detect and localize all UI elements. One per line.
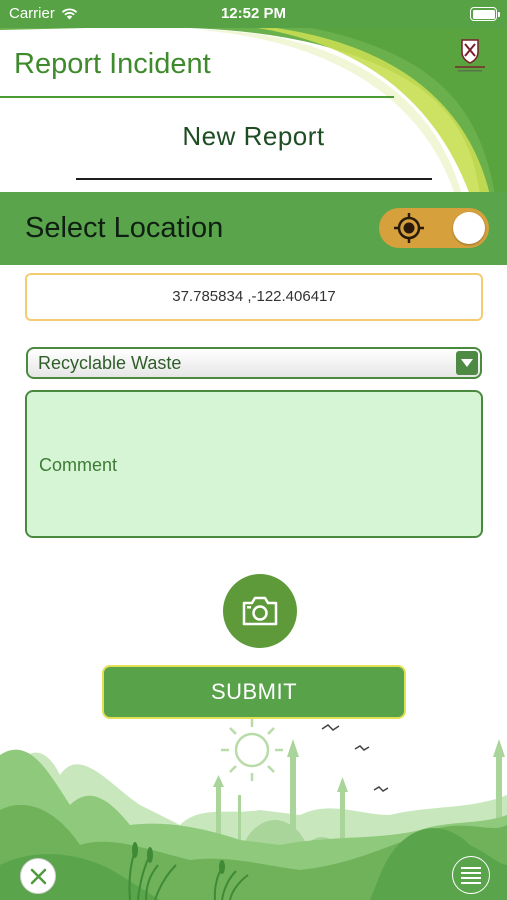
- comment-input[interactable]: Comment: [25, 390, 483, 538]
- page-title: Report Incident: [14, 48, 211, 80]
- comment-placeholder: Comment: [39, 455, 118, 475]
- menu-icon: [461, 867, 481, 884]
- toggle-knob: [453, 212, 485, 244]
- title-divider: [0, 96, 394, 98]
- status-time: 12:52 PM: [220, 5, 287, 22]
- form-heading: New Report: [182, 121, 325, 151]
- location-label: Select Location: [25, 212, 224, 244]
- location-toggle[interactable]: [379, 208, 489, 248]
- location-section: Select Location: [0, 192, 507, 265]
- camera-icon: [242, 596, 278, 626]
- shield-crest-icon: [452, 38, 488, 76]
- category-select[interactable]: Recyclable Waste: [26, 347, 482, 379]
- heading-divider: [76, 178, 432, 180]
- category-selected-value: Recyclable Waste: [38, 353, 182, 373]
- close-button[interactable]: [20, 858, 56, 894]
- coordinates-field[interactable]: 37.785834 ,-122.406417: [25, 273, 483, 321]
- close-icon: [30, 868, 47, 885]
- submit-button[interactable]: SUBMIT: [102, 665, 406, 719]
- chevron-down-icon[interactable]: [456, 351, 478, 375]
- battery-icon: [470, 7, 500, 21]
- menu-button[interactable]: [452, 856, 490, 894]
- camera-button[interactable]: [223, 574, 297, 648]
- crosshair-target-icon: [394, 213, 424, 243]
- status-bar: Carrier 12:52 PM: [0, 0, 507, 28]
- landscape-illustration: [0, 719, 507, 900]
